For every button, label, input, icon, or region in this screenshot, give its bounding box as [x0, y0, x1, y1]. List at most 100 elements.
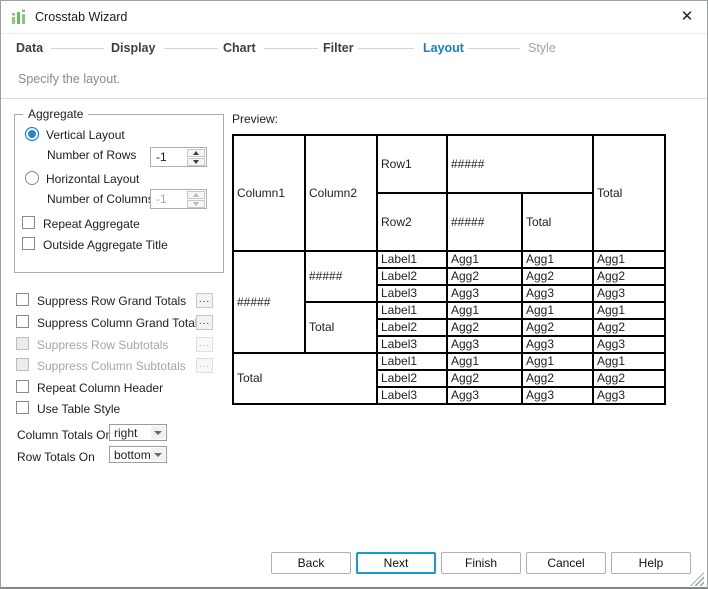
preview-header-grand-total: Total [592, 134, 666, 252]
use-table-style-checkbox[interactable] [16, 401, 29, 414]
next-button[interactable]: Next [356, 552, 436, 574]
header-separator [1, 98, 707, 99]
suppress-row-grand-totals-label: Suppress Row Grand Totals [37, 294, 187, 308]
suppress-column-grand-totals-label: Suppress Column Grand Totals [37, 316, 204, 330]
step-layout[interactable]: Layout [423, 41, 464, 55]
window-title: Crosstab Wizard [35, 10, 128, 24]
preview-cell: Agg3 [521, 335, 594, 354]
spinner-up-button[interactable] [187, 149, 205, 157]
help-button[interactable]: Help [611, 552, 691, 574]
suppress-row-subtotals-label: Suppress Row Subtotals [37, 338, 169, 352]
number-of-columns-spinner: -1 [150, 189, 207, 209]
preview-cell: Agg3 [446, 386, 523, 405]
close-icon[interactable]: ✕ [677, 7, 697, 27]
step-connector [164, 48, 218, 49]
preview-cell: Agg2 [446, 267, 523, 286]
preview-cell: Agg2 [521, 267, 594, 286]
finish-button[interactable]: Finish [441, 552, 521, 574]
step-connector [468, 48, 520, 49]
number-of-rows-value: -1 [156, 150, 167, 164]
number-of-columns-label: Number of Columns [47, 192, 154, 206]
row-totals-on-select[interactable]: bottom [109, 446, 167, 463]
step-data[interactable]: Data [16, 41, 43, 55]
preview-cell: Agg3 [521, 386, 594, 405]
spinner-up-button [187, 191, 205, 199]
preview-cell: Label3 [376, 284, 448, 303]
crosstab-wizard-dialog: Crosstab Wizard ✕ Data Display Chart Fil… [0, 0, 708, 589]
preview-cell: Agg3 [446, 284, 523, 303]
preview-cell: Agg3 [592, 386, 666, 405]
preview-header-row2-total: Total [521, 192, 594, 252]
suppress-row-subtotals-more-button: ... [196, 337, 213, 352]
aggregate-legend: Aggregate [23, 107, 89, 121]
suppress-row-grand-totals-more-button[interactable]: ... [196, 293, 213, 308]
number-of-rows-spinner[interactable]: -1 [150, 147, 207, 167]
preview-cell: Agg1 [446, 352, 523, 371]
use-table-style-label: Use Table Style [37, 402, 121, 416]
column-totals-on-select[interactable]: right [109, 424, 167, 441]
spinner-down-button[interactable] [187, 158, 205, 166]
step-display[interactable]: Display [111, 41, 155, 55]
vertical-layout-radio[interactable] [25, 127, 39, 141]
preview-cell: Agg1 [446, 250, 523, 269]
title-bar: Crosstab Wizard ✕ [1, 1, 707, 34]
number-of-rows-label: Number of Rows [47, 148, 137, 162]
preview-header-row2: Row2 [376, 192, 448, 252]
back-button[interactable]: Back [271, 552, 351, 574]
column-totals-on-label: Column Totals On [17, 428, 113, 442]
preview-cell: Agg2 [446, 318, 523, 337]
preview-cell: Label2 [376, 369, 448, 388]
suppress-column-grand-totals-more-button[interactable]: ... [196, 315, 213, 330]
preview-cell: Label1 [376, 352, 448, 371]
preview-cell: Agg1 [592, 352, 666, 371]
outside-aggregate-title-label: Outside Aggregate Title [43, 238, 168, 252]
repeat-aggregate-checkbox[interactable] [22, 216, 35, 229]
step-connector [51, 48, 104, 49]
step-chart[interactable]: Chart [223, 41, 256, 55]
preview-header-row1-agg: ##### [446, 134, 594, 194]
suppress-column-subtotals-label: Suppress Column Subtotals [37, 359, 186, 373]
preview-cell: Label2 [376, 267, 448, 286]
preview-sub-group: ##### [304, 250, 378, 303]
row-totals-on-label: Row Totals On [17, 450, 95, 464]
column-totals-on-value: right [114, 426, 138, 440]
outside-aggregate-title-checkbox[interactable] [22, 237, 35, 250]
step-filter[interactable]: Filter [323, 41, 354, 55]
preview-cell: Label1 [376, 250, 448, 269]
step-connector [264, 48, 318, 49]
preview-header-row1: Row1 [376, 134, 448, 194]
preview-sub-total: Total [304, 301, 378, 354]
number-of-columns-value: -1 [156, 192, 167, 206]
suppress-column-grand-totals-checkbox[interactable] [16, 315, 29, 328]
preview-cell: Label2 [376, 318, 448, 337]
chevron-down-icon [151, 448, 165, 461]
preview-cell: Agg1 [592, 250, 666, 269]
preview-cell: Agg2 [592, 318, 666, 337]
preview-cell: Agg1 [446, 301, 523, 320]
preview-cell: Agg3 [446, 335, 523, 354]
preview-row-group: ##### [232, 250, 306, 354]
horizontal-layout-radio[interactable] [25, 171, 39, 185]
resize-grip[interactable] [690, 572, 704, 586]
step-connector [358, 48, 414, 49]
preview-header-col2: Column2 [304, 134, 378, 252]
repeat-column-header-checkbox[interactable] [16, 380, 29, 393]
preview-header-col1: Column1 [232, 134, 306, 252]
suppress-column-subtotals-more-button: ... [196, 358, 213, 373]
preview-grand-total-row: Total [232, 352, 378, 405]
suppress-row-subtotals-checkbox [16, 337, 29, 350]
preview-cell: Agg2 [521, 318, 594, 337]
chevron-down-icon [151, 426, 165, 439]
preview-cell: Label3 [376, 386, 448, 405]
cancel-button[interactable]: Cancel [526, 552, 606, 574]
preview-header-row2-agg: ##### [446, 192, 523, 252]
suppress-row-grand-totals-checkbox[interactable] [16, 293, 29, 306]
preview-cell: Agg3 [592, 284, 666, 303]
preview-cell: Agg1 [521, 352, 594, 371]
repeat-column-header-label: Repeat Column Header [37, 381, 164, 395]
preview-cell: Agg3 [592, 335, 666, 354]
repeat-aggregate-label: Repeat Aggregate [43, 217, 140, 231]
preview-cell: Label3 [376, 335, 448, 354]
step-style[interactable]: Style [528, 41, 556, 55]
preview-cell: Agg2 [592, 267, 666, 286]
